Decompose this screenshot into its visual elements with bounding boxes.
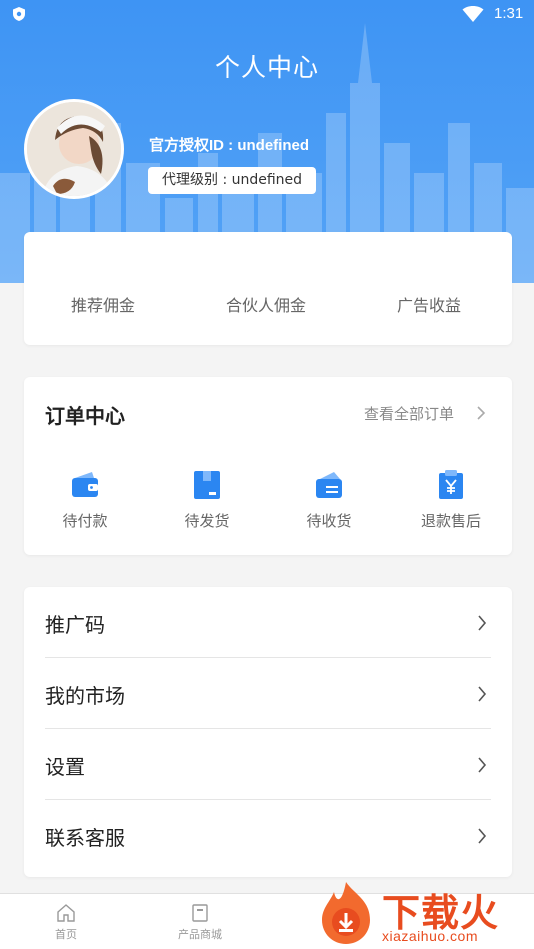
menu-item-label: 设置 [45, 755, 85, 779]
ad-revenue[interactable]: 广告收益 [397, 292, 461, 316]
chevron-right-icon [478, 757, 487, 773]
tab-home[interactable]: 首页 [21, 894, 111, 949]
tab-product-store[interactable]: 产品商城 [155, 894, 245, 949]
flame-logo-icon [322, 882, 370, 944]
menu-item-customer-service[interactable]: 联系客服 [45, 800, 491, 871]
agent-level-badge: 代理级别 : undefined [148, 167, 317, 194]
menu-item-promo-code[interactable]: 推广码 [45, 587, 491, 658]
order-pending-payment-label: 待付款 [62, 512, 108, 530]
order-center-title: 订单中心 [45, 404, 125, 428]
status-bar: 1:31 [0, 0, 534, 28]
partner-commission[interactable]: 合伙人佣金 [226, 292, 306, 316]
order-pending-receipt-label: 待收货 [306, 512, 352, 530]
earnings-card: 推荐佣金 合伙人佣金 广告收益 [24, 232, 512, 345]
chevron-right-icon [477, 406, 486, 420]
wifi-icon [462, 6, 484, 22]
page-title: 个人中心 [214, 53, 319, 82]
referral-commission[interactable]: 推荐佣金 [71, 292, 135, 316]
watermark: 下载火 xiazaihuo.com [316, 880, 534, 949]
tab-home-label: 首页 [55, 928, 77, 941]
watermark-url: xiazaihuo.com [382, 928, 478, 944]
menu-card: 推广码 我的市场 设置 联系客服 [24, 587, 512, 877]
home-icon [57, 904, 75, 922]
order-pending-shipment-label: 待发货 [184, 512, 230, 530]
menu-item-label: 我的市场 [45, 684, 125, 708]
menu-item-settings[interactable]: 设置 [45, 729, 491, 800]
shield-icon [13, 7, 25, 21]
menu-item-label: 联系客服 [45, 826, 125, 850]
chevron-right-icon [478, 828, 487, 844]
order-center-card: 订单中心 查看全部订单 待付款 待发货 待收货 退款售后 [24, 377, 512, 555]
store-icon [192, 904, 208, 922]
order-refund-aftersale[interactable]: 退款售后 [411, 470, 491, 531]
chevron-right-icon [478, 615, 487, 631]
view-all-orders-link[interactable]: 查看全部订单 [364, 403, 454, 424]
official-id: 官方授权ID : undefined [149, 137, 309, 154]
status-time: 1:31 [494, 5, 524, 22]
order-pending-shipment[interactable]: 待发货 [167, 470, 247, 531]
order-pending-receipt[interactable]: 待收货 [289, 470, 369, 531]
menu-item-my-market[interactable]: 我的市场 [45, 658, 491, 729]
order-refund-aftersale-label: 退款售后 [420, 512, 481, 530]
avatar[interactable] [24, 99, 124, 199]
package-icon [194, 471, 220, 499]
refund-icon [439, 470, 463, 499]
tab-product-store-label: 产品商城 [178, 928, 222, 941]
receive-icon [316, 472, 342, 498]
chevron-right-icon [478, 686, 487, 702]
order-pending-payment[interactable]: 待付款 [45, 470, 125, 531]
wallet-icon [72, 472, 98, 497]
menu-item-label: 推广码 [45, 613, 105, 637]
